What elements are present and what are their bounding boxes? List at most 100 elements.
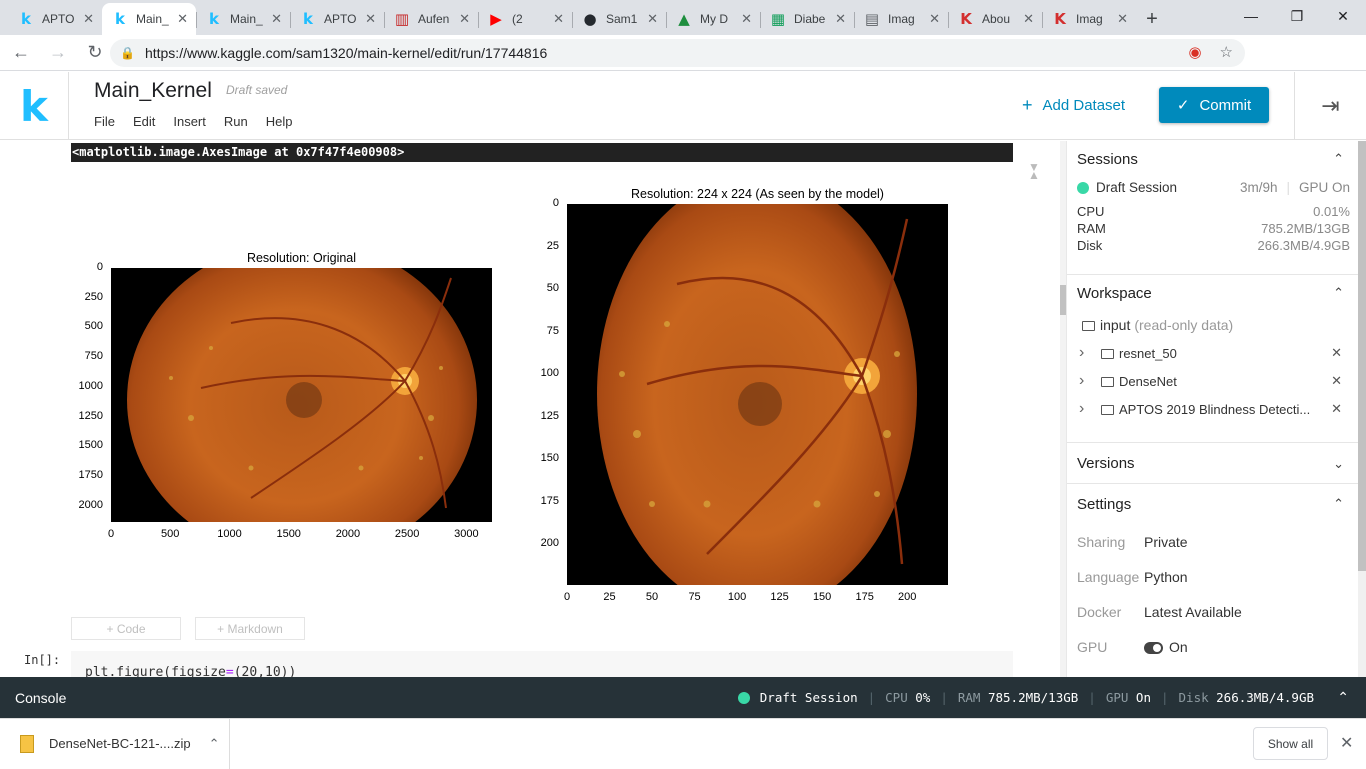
forward-icon[interactable]: → — [42, 38, 74, 68]
session-stat-row: Disk 266.3MB/4.9GB — [1067, 237, 1358, 254]
browser-tab[interactable]: k Main_ ✕ — [102, 3, 196, 35]
browser-toolbar: ← → ↻ 🔒 https://www.kaggle.com/sam1320/m… — [0, 35, 1366, 97]
add-markdown-button[interactable]: + Markdown — [195, 617, 305, 640]
add-code-button[interactable]: + Code — [71, 617, 181, 640]
minimize-icon[interactable]: — — [1228, 0, 1274, 32]
x-tick-label: 3000 — [454, 528, 479, 540]
menu-file[interactable]: File — [94, 114, 115, 129]
blocked-cookie-icon[interactable]: ◉ — [1188, 43, 1201, 61]
close-tab-icon[interactable]: ✕ — [929, 11, 940, 27]
settings-header[interactable]: Settings ⌃ — [1067, 484, 1358, 524]
chevron-up-icon[interactable]: ⌃ — [1333, 285, 1344, 301]
close-tab-icon[interactable]: ✕ — [835, 11, 846, 27]
close-tab-icon[interactable]: ✕ — [741, 11, 752, 27]
close-tab-icon[interactable]: ✕ — [553, 11, 564, 27]
close-tab-icon[interactable]: ✕ — [1117, 11, 1128, 27]
session-gpu: GPU On — [1298, 180, 1350, 195]
chevron-right-icon[interactable]: › — [1079, 400, 1101, 418]
menu-help[interactable]: Help — [266, 114, 293, 129]
menu-run[interactable]: Run — [224, 114, 248, 129]
menu-insert[interactable]: Insert — [173, 114, 206, 129]
close-tab-icon[interactable]: ✕ — [365, 11, 376, 27]
console-session: Draft Session — [759, 690, 858, 705]
new-tab-button[interactable]: + — [1136, 3, 1168, 35]
close-tab-icon[interactable]: ✕ — [647, 11, 658, 27]
maximize-icon[interactable]: ❐ — [1274, 0, 1320, 32]
close-tab-icon[interactable]: ✕ — [459, 11, 470, 27]
y-tick-label: 2000 — [78, 498, 103, 511]
setting-row[interactable]: Sharing Private — [1067, 524, 1358, 559]
input-note: (read-only data) — [1134, 317, 1234, 333]
code-cell[interactable]: plt.figure(figsize=(20,10)) — [71, 651, 1013, 677]
reload-icon[interactable]: ↻ — [79, 38, 111, 68]
setting-value[interactable]: Python — [1144, 569, 1188, 585]
sessions-header[interactable]: Sessions ⌃ — [1067, 141, 1358, 177]
chevron-right-icon[interactable]: › — [1079, 372, 1101, 390]
close-tab-icon[interactable]: ✕ — [83, 11, 94, 27]
expand-console-icon[interactable]: ⌃ — [1337, 689, 1349, 706]
browser-tab[interactable]: ● Sam1 ✕ — [572, 3, 666, 35]
browser-tab[interactable]: ▤ Imag ✕ — [854, 3, 948, 35]
console-label[interactable]: Console — [15, 690, 66, 706]
notebook-title[interactable]: Main_Kernel — [94, 79, 212, 103]
setting-row[interactable]: Docker Latest Available — [1067, 594, 1358, 629]
download-item[interactable]: DenseNet-BC-121-....zip ⌃ — [20, 718, 230, 769]
chevron-up-icon[interactable]: ⌃ — [1333, 151, 1344, 167]
setting-value[interactable]: Private — [1144, 534, 1188, 550]
close-tab-icon[interactable]: ✕ — [1023, 11, 1034, 27]
dataset-item[interactable]: › resnet_50 ✕ — [1067, 339, 1358, 367]
remove-dataset-icon[interactable]: ✕ — [1331, 345, 1342, 361]
browser-tab[interactable]: k Main_ ✕ — [196, 3, 290, 35]
code-args: (20,10)) — [233, 665, 297, 677]
browser-tab[interactable]: k APTO ✕ — [8, 3, 102, 35]
page-scrollbar[interactable] — [1358, 141, 1366, 677]
kaggle-logo[interactable]: k — [0, 72, 69, 140]
console-bar: Console Draft Session | CPU 0% | RAM 785… — [0, 677, 1366, 718]
browser-tab[interactable]: K Imag ✕ — [1042, 3, 1136, 35]
fundus-224-svg — [597, 204, 917, 585]
show-all-button[interactable]: Show all — [1253, 727, 1328, 760]
chevron-down-icon[interactable]: ⌄ — [1333, 456, 1344, 472]
dataset-item[interactable]: › APTOS 2019 Blindness Detecti... ✕ — [1067, 395, 1358, 423]
y-tick-label: 1750 — [78, 469, 103, 482]
close-tab-icon[interactable]: ✕ — [271, 11, 282, 27]
address-bar[interactable]: 🔒 https://www.kaggle.com/sam1320/main-ke… — [110, 39, 1245, 67]
versions-header[interactable]: Versions ⌄ — [1067, 443, 1358, 484]
scroll-to-top-icon[interactable]: ▼ ▲ — [1028, 161, 1040, 181]
add-dataset-button[interactable]: + Add Dataset — [1022, 95, 1125, 116]
x-tick-label: 2500 — [394, 528, 420, 540]
collapse-sidebar-icon[interactable]: ⇥ — [1294, 72, 1366, 140]
close-tab-icon[interactable]: ✕ — [177, 11, 188, 27]
setting-row[interactable]: Language Python — [1067, 559, 1358, 594]
remove-dataset-icon[interactable]: ✕ — [1331, 373, 1342, 389]
browser-tab[interactable]: K Abou ✕ — [948, 3, 1042, 35]
browser-tab[interactable]: ▦ Diabe ✕ — [760, 3, 854, 35]
bookmark-star-icon[interactable]: ☆ — [1220, 43, 1233, 61]
browser-tab[interactable]: ▶ (2 ✕ — [478, 3, 572, 35]
k-red-icon: K — [960, 10, 972, 28]
settings-rows: Sharing Private Language Python Docker Latest… — [1067, 524, 1358, 664]
workspace-header[interactable]: Workspace ⌃ — [1067, 275, 1358, 311]
remove-dataset-icon[interactable]: ✕ — [1331, 401, 1342, 417]
setting-value[interactable]: On — [1144, 639, 1188, 655]
chevron-right-icon[interactable]: › — [1079, 344, 1101, 362]
chevron-up-icon[interactable]: ⌃ — [1333, 496, 1344, 512]
browser-tab[interactable]: ▲ My D ✕ — [666, 3, 760, 35]
workspace-title: Workspace — [1077, 284, 1152, 302]
dataset-item[interactable]: › DenseNet ✕ — [1067, 367, 1358, 395]
setting-row[interactable]: GPU On — [1067, 629, 1358, 664]
chevron-up-icon[interactable]: ⌃ — [209, 736, 220, 752]
close-download-bar-icon[interactable]: ✕ — [1340, 733, 1353, 753]
back-icon[interactable]: ← — [5, 38, 37, 68]
gpu-toggle[interactable] — [1144, 641, 1163, 654]
input-folder[interactable]: input (read-only data) — [1067, 311, 1358, 339]
download-bar: DenseNet-BC-121-....zip ⌃ Show all ✕ — [0, 718, 1366, 769]
setting-value[interactable]: Latest Available — [1144, 604, 1242, 620]
browser-tab[interactable]: k APTO ✕ — [290, 3, 384, 35]
commit-button[interactable]: ✓ Commit — [1159, 87, 1269, 123]
browser-tab[interactable]: ▥ Aufen ✕ — [384, 3, 478, 35]
session-row[interactable]: Draft Session 3m/9h | GPU On — [1067, 179, 1358, 196]
menu-edit[interactable]: Edit — [133, 114, 155, 129]
notebook-area: <matplotlib.image.AxesImage at 0x7f47f4e… — [0, 141, 1060, 677]
close-window-icon[interactable]: ✕ — [1320, 0, 1366, 32]
